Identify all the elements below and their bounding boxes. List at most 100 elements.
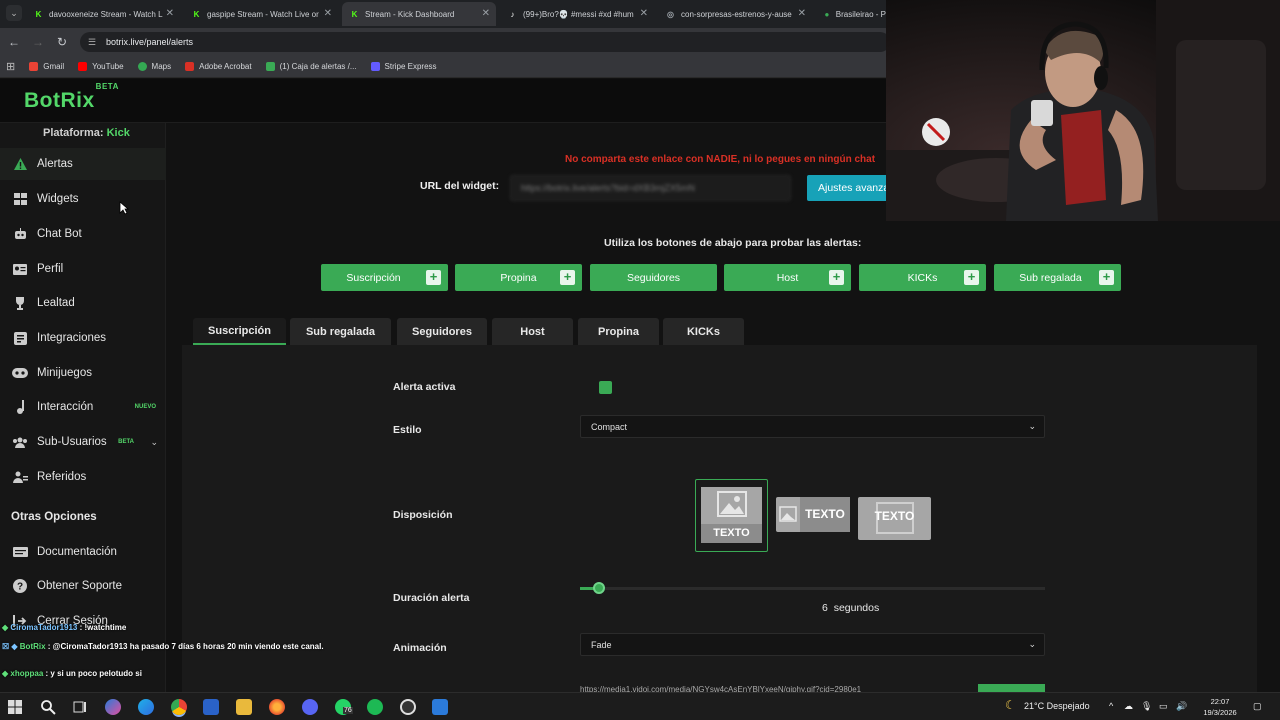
chevron-up-icon[interactable]: ^ — [1109, 701, 1113, 711]
tab-propina[interactable]: Propina — [578, 318, 659, 345]
close-icon[interactable]: ✕ — [324, 8, 332, 19]
sidebar-item-widgets[interactable]: Widgets — [0, 183, 166, 215]
tab-title: davooxeneize Stream - Watch L — [49, 9, 163, 19]
chrome-icon[interactable] — [171, 699, 187, 715]
test-gift-sub-button[interactable]: Sub regalada + — [994, 264, 1121, 291]
sidebar-item-interaccion[interactable]: Interacción NUEVO — [0, 391, 166, 423]
svg-text:?: ? — [17, 582, 23, 593]
search-icon[interactable] — [40, 699, 56, 715]
test-followers-button[interactable]: Seguidores — [590, 264, 717, 291]
youtube-icon — [78, 62, 88, 71]
test-subscription-button[interactable]: Suscripción + — [321, 264, 448, 291]
test-tip-button[interactable]: Propina + — [455, 264, 582, 291]
sidebar-item-chat-bot[interactable]: Chat Bot — [0, 218, 166, 250]
sidebar-item-minijuegos[interactable]: Minijuegos — [0, 357, 166, 389]
security-warning: No comparta este enlace con NADIE, ni lo… — [565, 154, 876, 165]
bookmark-maps[interactable]: Maps — [137, 62, 171, 71]
stripe-icon — [370, 62, 380, 71]
sidebar-item-soporte[interactable]: ? Obtener Soporte — [0, 570, 166, 602]
apps-icon[interactable]: ⊞ — [6, 60, 15, 73]
browser-tab[interactable]: K davooxeneize Stream - Watch L ✕ — [26, 2, 180, 26]
bookmark-acrobat[interactable]: Adobe Acrobat — [185, 62, 252, 71]
close-icon[interactable]: ✕ — [798, 8, 806, 19]
weather-text[interactable]: 21°C Despejado — [1024, 701, 1090, 711]
plus-icon: + — [1099, 270, 1114, 285]
test-kicks-button[interactable]: KICKs + — [859, 264, 986, 291]
notification-icon[interactable]: ▢ — [1253, 701, 1262, 712]
bookmark-youtube[interactable]: YouTube — [78, 62, 124, 71]
whatsapp-icon[interactable]: 76 — [335, 699, 353, 715]
kick-icon: K — [351, 9, 358, 19]
browser-tab[interactable]: ♪ (99+)Bro?💀 #messi #xd #hum ✕ — [500, 2, 654, 26]
advanced-settings-button[interactable]: Ajustes avanzados — [807, 175, 897, 201]
close-icon[interactable]: ✕ — [482, 8, 490, 19]
alert-active-checkbox[interactable] — [599, 381, 612, 394]
back-arrow-icon[interactable]: ← — [6, 34, 22, 50]
edge-icon[interactable] — [138, 699, 154, 715]
close-icon[interactable]: ✕ — [166, 8, 174, 19]
globe-icon: ◎ — [667, 9, 674, 19]
windows-start-icon[interactable] — [7, 699, 23, 715]
tab-seguidores[interactable]: Seguidores — [397, 318, 487, 345]
sidebar-item-lealtad[interactable]: Lealtad — [0, 287, 166, 319]
site-info-icon[interactable]: ☰ — [88, 37, 98, 47]
forward-arrow-icon[interactable]: → — [30, 34, 46, 50]
layout-option-stacked[interactable]: TEXTO — [695, 479, 768, 552]
layout-option-side[interactable]: TEXTO — [776, 497, 850, 532]
streamer-webcam-image — [886, 0, 1280, 221]
sidebar-item-alertas[interactable]: Alertas — [0, 148, 166, 180]
other-options-heading: Otras Opciones — [11, 511, 97, 523]
chat-text: : @CiromaTador1913 ha pasado 7 días 6 ho… — [47, 642, 324, 651]
sidebar-item-perfil[interactable]: Perfil — [0, 253, 166, 285]
system-clock[interactable]: 22:07 19/3/2026 — [1196, 696, 1244, 718]
browser-tab[interactable]: ◎ con-sorpresas-estrenos-y-ause ✕ — [658, 2, 812, 26]
bookmark-stripe[interactable]: Stripe Express — [370, 62, 437, 71]
firefox-icon[interactable] — [269, 699, 285, 715]
tab-search-button[interactable]: ⌄ — [6, 5, 22, 21]
sidebar-item-cerrar-sesion[interactable]: Cerrar Sesión — [0, 605, 166, 637]
cloud-icon[interactable]: ☁ — [1124, 701, 1133, 712]
animation-select[interactable]: Fade ⌄ — [580, 633, 1045, 656]
spotify-icon[interactable] — [367, 699, 383, 715]
app-window-icon[interactable] — [432, 699, 448, 715]
duration-slider[interactable] — [580, 582, 1045, 594]
widget-url-field[interactable]: https://botrix.live/alerts?bid=dXB3mjZX5… — [510, 175, 791, 201]
maps-icon — [137, 62, 147, 71]
browser-tab[interactable]: K gaspipe Stream - Watch Live or ✕ — [184, 2, 338, 26]
discord-icon[interactable] — [302, 699, 318, 715]
tab-sub-regalada[interactable]: Sub regalada — [290, 318, 391, 345]
close-icon[interactable]: ✕ — [640, 8, 648, 19]
reload-icon[interactable]: ↻ — [54, 34, 70, 50]
browser-tab[interactable]: ● Brasileirao - P — [816, 2, 886, 26]
url-input[interactable]: ☰ botrix.live/panel/alerts — [80, 32, 890, 52]
chat-text: : y si un poco pelotudo si — [45, 669, 142, 678]
sidebar-item-referidos[interactable]: Referidos — [0, 461, 166, 493]
file-explorer-icon[interactable] — [236, 699, 252, 715]
widgets-icon — [12, 191, 28, 207]
sidebar-item-documentacion[interactable]: Documentación — [0, 536, 166, 568]
sidebar-item-label: Documentación — [37, 546, 117, 558]
obs-icon[interactable] — [400, 699, 416, 715]
bookmark-gmail[interactable]: Gmail — [29, 62, 64, 71]
style-select[interactable]: Compact ⌄ — [580, 415, 1045, 438]
slider-handle[interactable] — [593, 582, 605, 594]
test-host-button[interactable]: Host + — [724, 264, 851, 291]
network-icon[interactable]: ▭ — [1159, 701, 1168, 712]
tab-suscripcion[interactable]: Suscripción — [193, 318, 286, 345]
microphone-icon[interactable]: 🎙 — [1141, 701, 1152, 712]
volume-icon[interactable]: 🔊 — [1176, 701, 1187, 712]
botrix-logo[interactable]: BotRixBETA — [24, 82, 119, 113]
store-icon[interactable] — [203, 699, 219, 715]
browser-tab-active[interactable]: K Stream - Kick Dashboard ✕ — [342, 2, 496, 26]
tab-host[interactable]: Host — [492, 318, 573, 345]
sidebar-item-sub-usuarios[interactable]: Sub-Usuarios BETA ⌄ — [0, 426, 166, 458]
task-view-icon[interactable] — [72, 699, 88, 715]
sidebar-item-integraciones[interactable]: Integraciones — [0, 322, 166, 354]
bookmark-alerts[interactable]: (1) Caja de alertas /... — [265, 62, 357, 71]
layout-option-overlay[interactable]: TEXTO — [858, 497, 931, 540]
referrals-icon — [12, 469, 28, 485]
tab-kicks[interactable]: KICKs — [663, 318, 744, 345]
chevron-down-icon[interactable]: ⌄ — [150, 437, 158, 448]
copilot-icon[interactable] — [105, 699, 121, 715]
trophy-icon — [12, 295, 28, 311]
